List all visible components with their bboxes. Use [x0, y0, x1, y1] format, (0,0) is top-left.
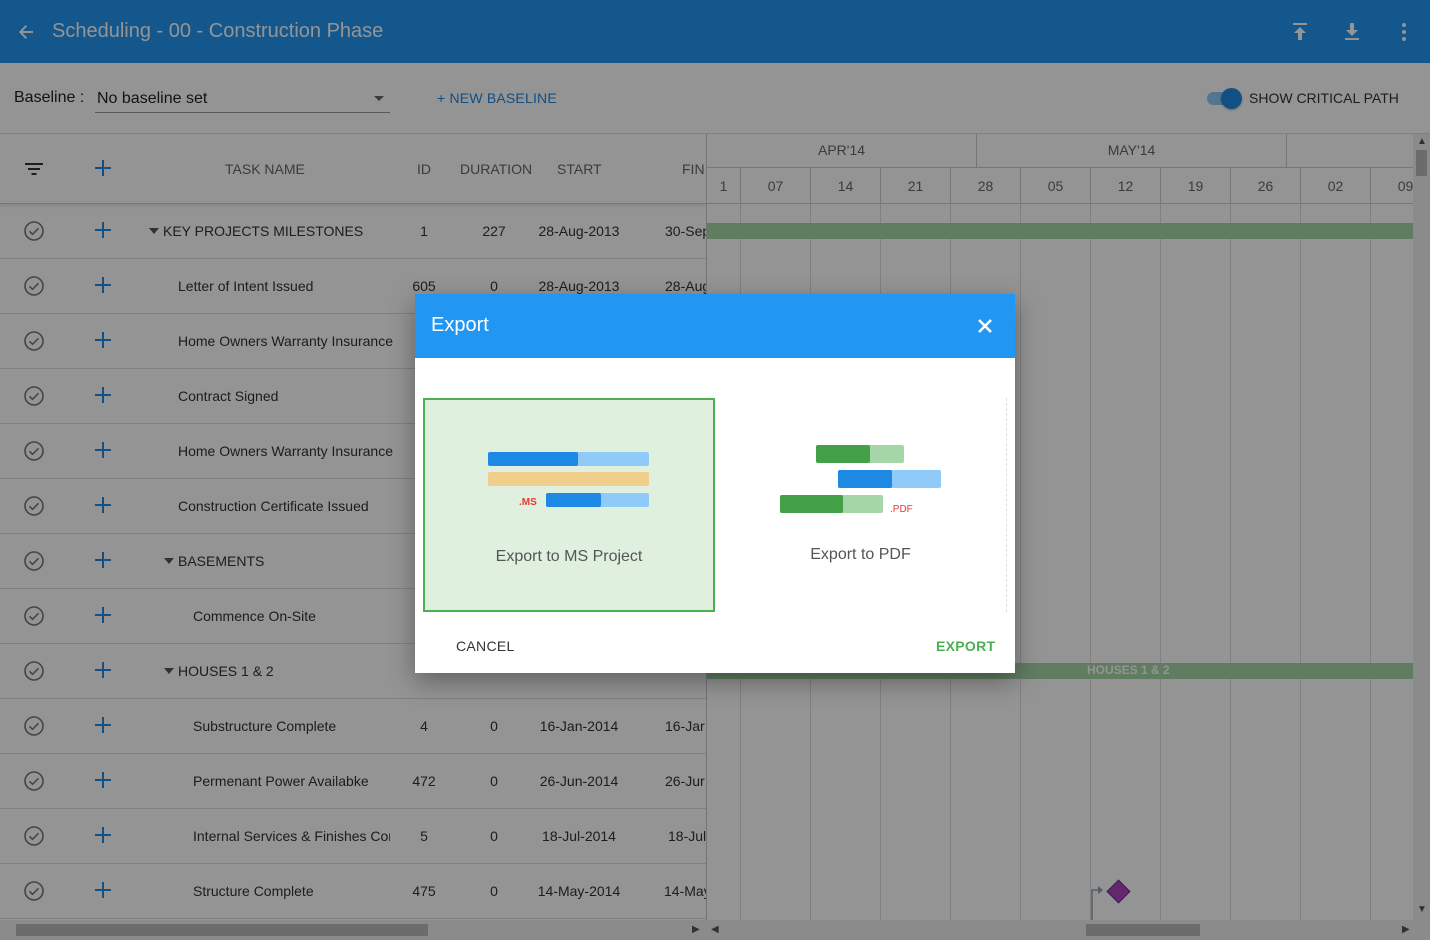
export-ms-project-option[interactable]: .MS Export to MS Project — [423, 398, 715, 612]
export-ms-project-label: Export to MS Project — [495, 548, 643, 565]
export-pdf-option[interactable]: .PDF Export to PDF — [715, 398, 1007, 612]
export-dialog: Export .MS Export to MS Project .PDF Exp… — [415, 294, 1015, 673]
pdf-tag: .PDF — [890, 504, 913, 515]
pdf-illustration: .PDF — [780, 445, 941, 515]
ms-project-illustration: .MS — [488, 452, 649, 508]
dialog-header: Export — [415, 294, 1015, 358]
export-button[interactable]: EXPORT — [936, 638, 995, 654]
export-pdf-label: Export to PDF — [810, 546, 911, 563]
ms-tag: .MS — [519, 497, 537, 508]
close-icon[interactable] — [975, 316, 997, 338]
cancel-button[interactable]: CANCEL — [456, 638, 515, 654]
dialog-title: Export — [431, 314, 489, 336]
